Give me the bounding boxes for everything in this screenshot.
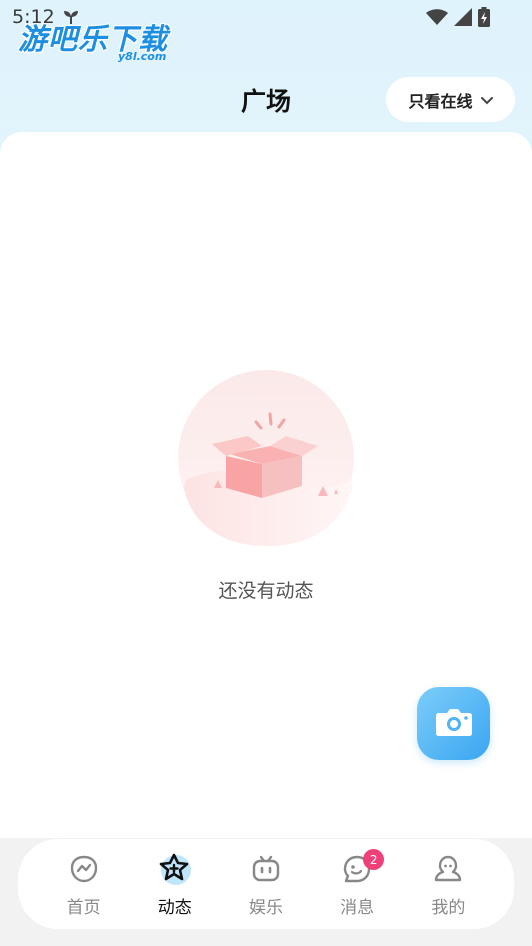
nav-item-profile[interactable]: 我的 (412, 839, 484, 929)
online-filter-label: 只看在线 (408, 91, 473, 111)
online-filter-button[interactable]: 只看在线 (386, 77, 515, 122)
nav-label-profile: 我的 (431, 898, 466, 918)
watermark-logo: 游吧乐下载 y8l.com (18, 16, 188, 68)
nav-item-entertainment[interactable]: 娱乐 (230, 839, 302, 929)
chevron-down-icon (480, 90, 493, 109)
nav-label-messages: 消息 (340, 898, 375, 918)
empty-box-icon (178, 370, 354, 546)
nav-item-feed[interactable]: 动态 (139, 839, 211, 929)
star-icon (157, 851, 193, 891)
nav-item-messages[interactable]: 2 消息 (321, 839, 393, 929)
nav-label-feed: 动态 (157, 898, 192, 918)
battery-icon (478, 7, 490, 31)
signal-icon (454, 8, 472, 30)
camera-button[interactable] (417, 687, 490, 760)
camera-icon (435, 707, 473, 741)
wifi-icon (426, 8, 448, 30)
message-badge: 2 (363, 849, 385, 870)
nav-label-home: 首页 (66, 898, 101, 918)
watermark-subtitle: y8l.com (118, 50, 167, 63)
status-icons (426, 7, 490, 31)
tv-icon (251, 854, 281, 888)
nav-item-home[interactable]: 首页 (48, 839, 120, 929)
empty-state-message: 还没有动态 (218, 580, 314, 602)
home-icon (69, 854, 99, 888)
bottom-nav: 首页 动态 娱乐 2 消息 我的 (18, 839, 514, 929)
nav-label-entertainment: 娱乐 (248, 898, 283, 918)
profile-icon (433, 854, 463, 888)
